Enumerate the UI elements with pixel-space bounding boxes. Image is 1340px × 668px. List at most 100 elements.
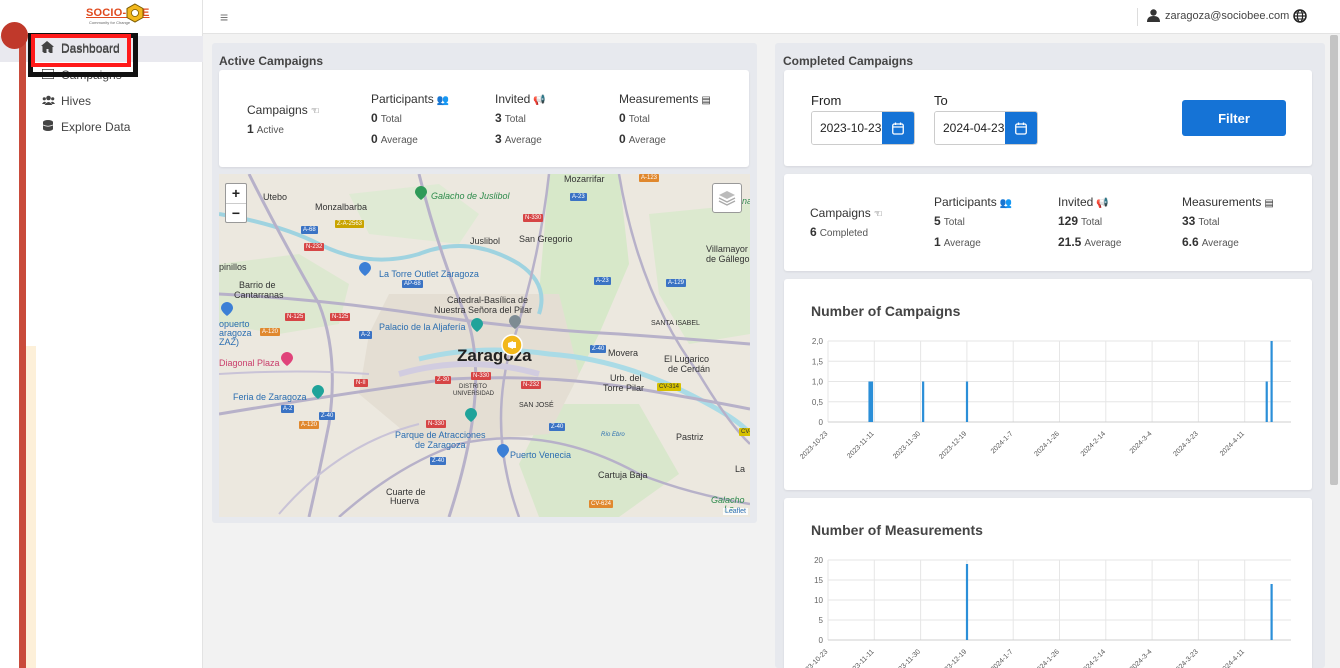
zoom-out-button[interactable]: − [226, 203, 246, 222]
road-badge: A-68 [301, 226, 318, 234]
completed-campaigns-title: Completed Campaigns [783, 54, 914, 68]
map-zoom-control[interactable]: + − [225, 183, 247, 223]
y-tick-label: 0 [819, 418, 824, 427]
from-date-input[interactable] [812, 112, 882, 144]
map-label: Villamayor [706, 244, 748, 254]
sidebar-item-label: Explore Data [61, 120, 131, 134]
sidebar-item-explore-data[interactable]: Explore Data [0, 114, 203, 140]
x-tick-label: 2023-10-23 [799, 648, 829, 668]
user-menu[interactable]: zaragoza@sociobee.com [1147, 9, 1289, 22]
zoom-in-button[interactable]: + [226, 184, 246, 203]
sidebar-item-label: Hives [61, 94, 92, 108]
to-date-field[interactable] [934, 111, 1038, 145]
to-label: To [934, 93, 948, 108]
airport-pin-icon [221, 302, 233, 316]
x-tick-label: 2024-2-14 [1080, 430, 1108, 458]
map-label: El Lugarico [664, 354, 710, 364]
campaigns-chart-card: Number of Campaigns 0 0,5 1,0 1,5 2,0 2023-10… [784, 279, 1312, 490]
completed-measurements-total: 33 Total [1182, 214, 1220, 228]
y-tick-label: 0 [819, 636, 824, 645]
chart-bar [965, 564, 969, 640]
map-label: Barrio de [239, 280, 276, 290]
map-label: Monzalbarba [315, 202, 368, 212]
map-label: Cantarranas [234, 290, 284, 300]
active-invited-total: 3 Total [495, 111, 526, 125]
active-campaigns-title: Active Campaigns [219, 54, 324, 68]
completed-participants-total: 5 Total [934, 214, 965, 228]
globe-icon[interactable] [1293, 9, 1307, 23]
map-label: SAN JOSÉ [519, 402, 554, 409]
dashboard-label: Dashboard [61, 41, 120, 55]
road-badge: A-2 [359, 331, 373, 339]
road-badge: N-330 [426, 420, 447, 428]
map-label: de Zaragoza [415, 440, 466, 450]
road-badge: Z-30 [435, 376, 452, 384]
completed-stats-card: Campaigns ☜ 6 Completed Participants 👥 5 Tot… [784, 174, 1312, 271]
y-tick-label: 20 [814, 556, 823, 565]
filter-button[interactable]: Filter [1182, 100, 1286, 136]
from-label: From [811, 93, 842, 108]
shopping-pin-icon [281, 352, 293, 366]
x-tick-label: 2024-3-23 [1172, 430, 1200, 458]
annotation-shade [26, 346, 36, 668]
road-badge: A-23 [570, 193, 587, 201]
completed-measurements-average: 6.6 Average [1182, 235, 1239, 249]
map-label: Movera [608, 348, 639, 358]
map-label: Parque de Atracciones [395, 430, 486, 440]
menu-toggle-icon[interactable]: ≡ [220, 9, 228, 25]
users-icon: 👥 [999, 198, 1013, 209]
active-measurements-total: 0 Total [619, 111, 650, 125]
from-calendar-button[interactable] [882, 112, 914, 144]
annotation-dot [1, 22, 28, 49]
x-tick-label: 2023-11-30 [892, 648, 922, 668]
calendar-icon [892, 122, 904, 135]
to-calendar-button[interactable] [1005, 112, 1037, 144]
road-badge: CV-624 [589, 500, 614, 508]
campaign-map[interactable]: + − Utebo Monzalbarba Galacho de Juslibo… [219, 174, 750, 517]
megaphone-icon: 📢 [533, 95, 546, 106]
road-badge: N-125 [285, 313, 306, 321]
to-date-input[interactable] [935, 112, 1005, 144]
map-label: Feria de Zaragoza [233, 392, 307, 402]
road-badge: Z-40 [590, 345, 607, 353]
map-layers-button[interactable] [712, 183, 742, 213]
campaign-marker-icon[interactable] [501, 334, 523, 356]
map-label: Galacho de Juslibol [431, 191, 510, 201]
map-attribution[interactable]: Leaflet [722, 508, 748, 515]
calendar-icon [1015, 122, 1027, 135]
active-campaigns-label: Campaigns ☜ [247, 103, 320, 117]
map-label: La Torre Outlet Zaragoza [379, 269, 479, 279]
users-icon: 👥 [436, 95, 450, 106]
map-label: DISTRITO [459, 384, 487, 390]
y-tick-label: 0,5 [812, 398, 824, 407]
completed-campaigns-label: Campaigns ☜ [810, 206, 883, 220]
map-label: San Gregorio [519, 234, 573, 244]
active-campaigns-value: 1 Active [247, 122, 284, 136]
app-logo[interactable]: SOCIO-BEE Community for Change [86, 3, 150, 29]
active-invited-label: Invited 📢 [495, 92, 546, 106]
park-pin-icon [415, 186, 427, 200]
x-tick-label: 2024-3-23 [1172, 648, 1200, 668]
completed-campaigns-value: 6 Completed [810, 225, 869, 239]
x-tick-label: 2024-4-11 [1219, 430, 1246, 457]
chart-bar [965, 381, 969, 422]
completed-participants-label: Participants 👥 [934, 195, 1013, 209]
sidebar-item-hives[interactable]: Hives [0, 88, 203, 114]
y-tick-label: 1,0 [812, 378, 824, 387]
chart-bar [922, 381, 925, 422]
x-tick-label: 2024-3-4 [1129, 430, 1154, 455]
dashboard-label-overlay[interactable]: Dashboard [41, 40, 120, 56]
road-badge: CV- [739, 428, 750, 436]
active-measurements-label: Measurements ▤ [619, 92, 711, 106]
map-label: ZAZ) [219, 337, 239, 347]
x-tick-label: 2023-11-11 [846, 430, 876, 460]
y-tick-label: 10 [814, 596, 823, 605]
page-scrollbar[interactable] [1330, 35, 1338, 485]
chart-bar [1265, 381, 1268, 422]
from-date-field[interactable] [811, 111, 915, 145]
chart-bar [1270, 341, 1273, 422]
map-label: Puerto Venecia [510, 450, 572, 460]
active-participants-average: 0 Average [371, 132, 418, 146]
map-label: Juslibol [470, 236, 501, 246]
map-label: de Gállego [706, 254, 750, 264]
